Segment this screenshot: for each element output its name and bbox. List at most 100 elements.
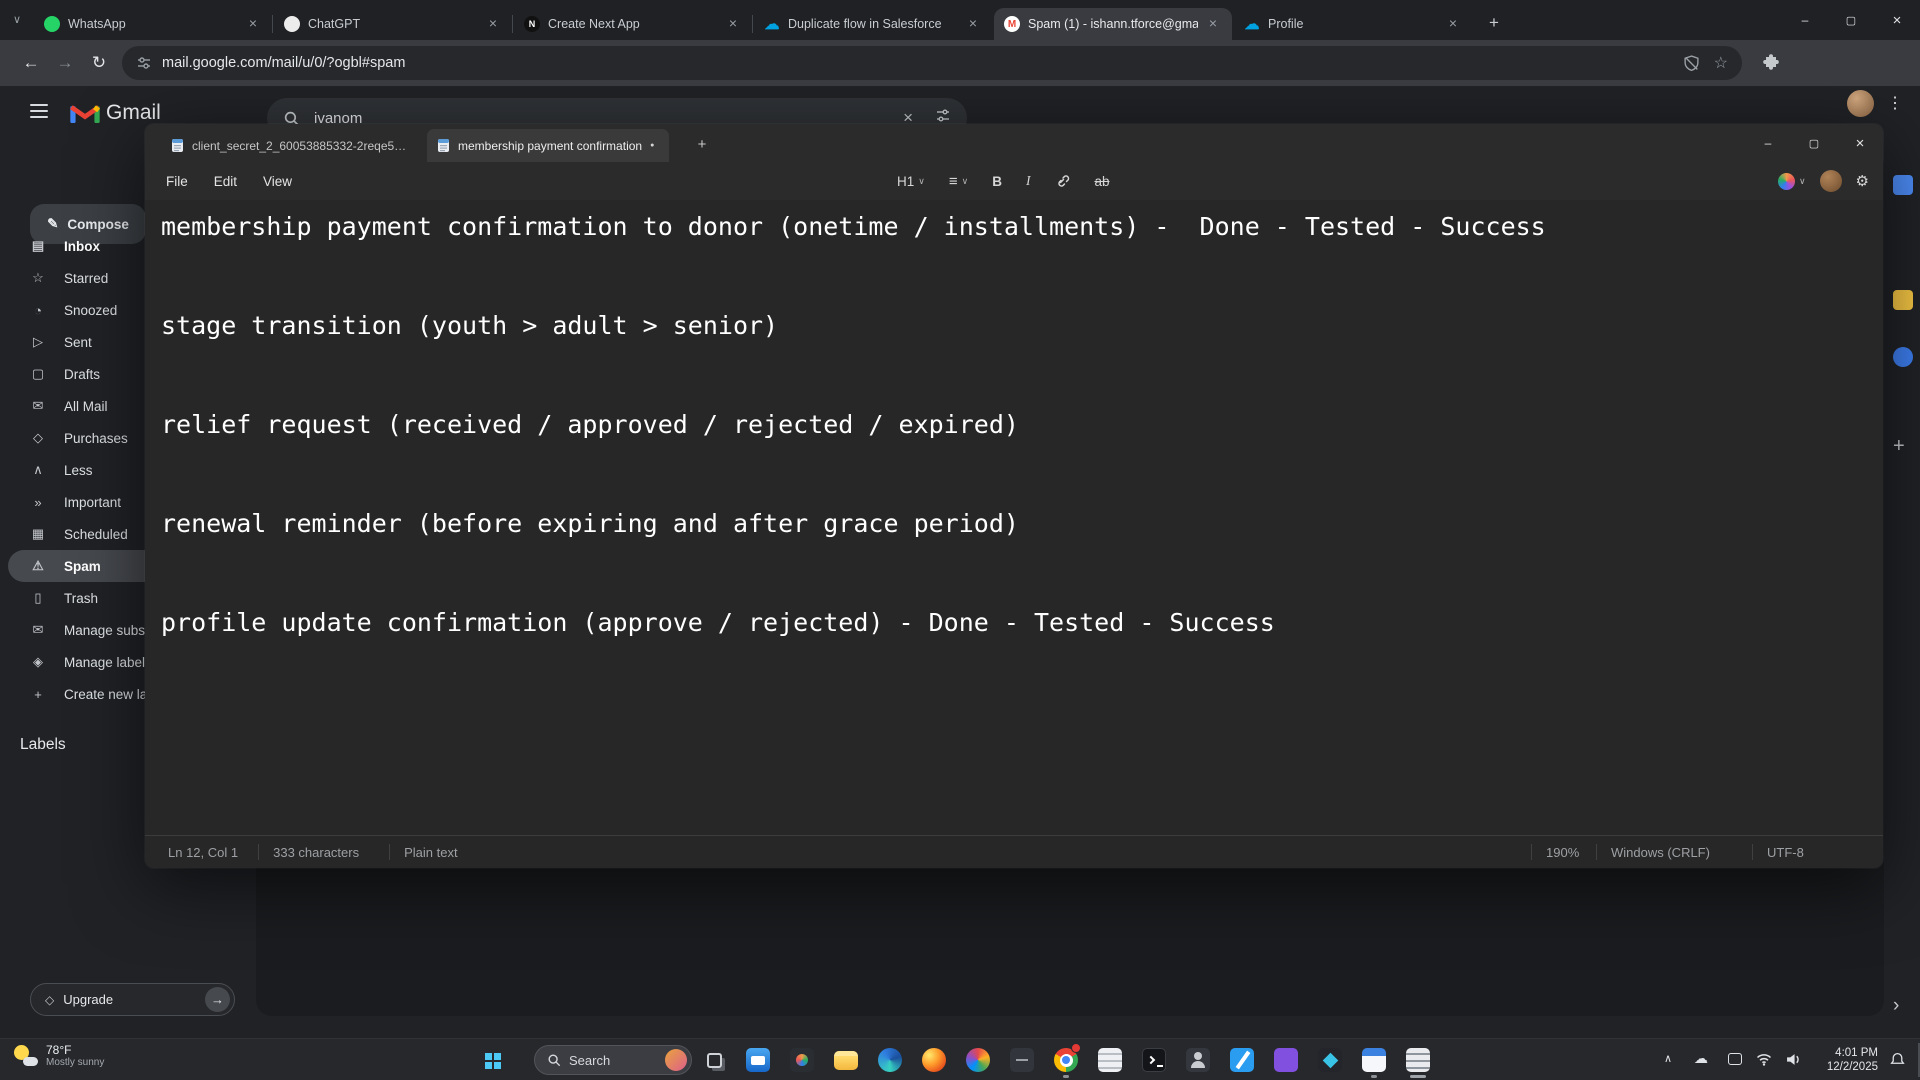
- tab-separator: [512, 15, 513, 33]
- back-button[interactable]: ←: [14, 46, 48, 80]
- spam-warning-icon: ⚠: [32, 558, 44, 573]
- sidebar-label: Less: [64, 462, 93, 478]
- window-maximize-button[interactable]: ▢: [1828, 0, 1874, 40]
- app-icon-diamond[interactable]: [1312, 1042, 1348, 1078]
- menu-edit[interactable]: Edit: [201, 174, 250, 189]
- browser-tab-salesforce[interactable]: ☁ Duplicate flow in Salesforce ×: [754, 8, 992, 40]
- terminal-icon[interactable]: [1136, 1042, 1172, 1078]
- heading-style-button[interactable]: H1 ∨: [897, 174, 925, 189]
- start-button[interactable]: [478, 1042, 514, 1078]
- hamburger-menu-icon[interactable]: [30, 100, 48, 122]
- chrome-icon[interactable]: [1048, 1042, 1084, 1078]
- gmail-favicon: M: [1004, 16, 1020, 32]
- browser-menu-kebab-icon[interactable]: ⋮: [1880, 88, 1910, 118]
- app-icon-dark[interactable]: [1004, 1042, 1040, 1078]
- trash-icon: ▯: [34, 590, 42, 605]
- photos-app-icon[interactable]: [784, 1042, 820, 1078]
- forward-button[interactable]: →: [48, 46, 82, 80]
- edge-icon[interactable]: [872, 1042, 908, 1078]
- clock-date: 12/2/2025: [1826, 1061, 1878, 1073]
- settings-gear-icon[interactable]: ⚙: [1856, 172, 1869, 190]
- tab-separator: [272, 15, 273, 33]
- upgrade-button[interactable]: ◇ Upgrade →: [30, 983, 235, 1016]
- notification-bell-icon[interactable]: [1890, 1052, 1905, 1072]
- whatsapp-favicon: [44, 16, 60, 32]
- menu-view[interactable]: View: [250, 174, 305, 189]
- account-avatar[interactable]: [1819, 170, 1842, 192]
- new-tab-button[interactable]: +: [1480, 9, 1508, 37]
- strikethrough-button[interactable]: ab: [1094, 174, 1109, 189]
- mail-app-icon[interactable]: [740, 1042, 776, 1078]
- file-explorer-icon[interactable]: [828, 1042, 864, 1078]
- new-document-tab-button[interactable]: +: [690, 132, 714, 156]
- app-window-blue-icon[interactable]: [1356, 1042, 1392, 1078]
- calendar-panel-icon[interactable]: [1893, 175, 1913, 195]
- taskbar: 78°F Mostly sunny Search ∧ ☁ 4:01 PM 12/…: [0, 1038, 1920, 1080]
- draft-icon: ▢: [31, 366, 45, 381]
- keep-panel-icon[interactable]: [1893, 290, 1913, 310]
- editor-tab-client-secret[interactable]: client_secret_2_60053885332-2reqe52rribc: [161, 129, 423, 162]
- active-editor-app-icon[interactable]: [1400, 1042, 1436, 1078]
- onedrive-cloud-icon[interactable]: ☁: [1694, 1050, 1708, 1067]
- upgrade-arrow-icon[interactable]: →: [205, 987, 230, 1012]
- reload-button[interactable]: ↻: [82, 46, 116, 80]
- link-button[interactable]: [1054, 173, 1070, 189]
- tab-close-icon[interactable]: ×: [1444, 15, 1462, 33]
- tray-chevron-up-icon[interactable]: ∧: [1664, 1052, 1672, 1065]
- collapse-side-panel-icon[interactable]: ›: [1893, 995, 1899, 1017]
- bold-button[interactable]: B: [992, 174, 1002, 189]
- address-bar[interactable]: mail.google.com/mail/u/0/?ogbl#spam ☆: [122, 46, 1742, 80]
- add-panel-app-icon[interactable]: +: [1893, 435, 1905, 458]
- site-settings-icon[interactable]: [136, 55, 152, 71]
- window-minimize-button[interactable]: –: [1782, 0, 1828, 40]
- editor-minimize-button[interactable]: –: [1745, 124, 1791, 162]
- browser-tab-profile[interactable]: ☁ Profile ×: [1234, 8, 1472, 40]
- browser-tab-gmail-spam[interactable]: M Spam (1) - ishann.tforce@gmai ×: [994, 8, 1232, 40]
- browser-tab-whatsapp[interactable]: WhatsApp ×: [34, 8, 272, 40]
- tab-close-icon[interactable]: ×: [1204, 15, 1222, 33]
- document-mode: Plain text: [404, 844, 458, 860]
- wifi-icon[interactable]: [1756, 1053, 1772, 1071]
- tasks-panel-icon[interactable]: [1893, 347, 1913, 367]
- sidebar-label: All Mail: [64, 398, 108, 414]
- taskbar-search-box[interactable]: Search: [534, 1045, 692, 1075]
- desktop: ∨ WhatsApp × ChatGPT × N Create Next App…: [0, 0, 1920, 1080]
- chevron-up-icon: ∧: [33, 462, 43, 477]
- list-style-button[interactable]: ≡ ∨: [949, 173, 968, 190]
- taskbar-clock[interactable]: 4:01 PM 12/2/2025: [1806, 1046, 1878, 1074]
- volume-icon[interactable]: [1786, 1053, 1801, 1071]
- editor-tab-membership[interactable]: membership payment confirmation ●: [427, 129, 669, 162]
- tab-close-icon[interactable]: ×: [484, 15, 502, 33]
- adblock-shield-icon[interactable]: [1683, 54, 1700, 72]
- formatting-toolbar: H1 ∨ ≡ ∨ B I ab: [897, 162, 1110, 200]
- extensions-icon[interactable]: [1754, 46, 1788, 80]
- notepad-app-icon[interactable]: [1092, 1042, 1128, 1078]
- contacts-app-icon[interactable]: [1180, 1042, 1216, 1078]
- copilot-button[interactable]: ∨: [1777, 172, 1806, 190]
- sidebar-label: Spam: [64, 558, 101, 574]
- vscode-icon[interactable]: [1224, 1042, 1260, 1078]
- browser-tab-chatgpt[interactable]: ChatGPT ×: [274, 8, 512, 40]
- task-view-icon[interactable]: [696, 1042, 732, 1078]
- browser-profile-avatar[interactable]: [1847, 90, 1874, 117]
- window-close-button[interactable]: ×: [1874, 0, 1920, 40]
- italic-button[interactable]: I: [1026, 173, 1031, 189]
- tab-close-icon[interactable]: ×: [964, 15, 982, 33]
- app-icon-sphere[interactable]: [960, 1042, 996, 1078]
- browser-tab-create-next-app[interactable]: N Create Next App ×: [514, 8, 752, 40]
- firefox-icon[interactable]: [916, 1042, 952, 1078]
- tab-search-icon[interactable]: ∨: [13, 13, 21, 26]
- editor-maximize-button[interactable]: ▢: [1791, 124, 1837, 162]
- editor-status-bar: Ln 12, Col 1 333 characters Plain text 1…: [145, 835, 1883, 868]
- editor-close-button[interactable]: ×: [1837, 124, 1883, 162]
- tray-icon[interactable]: [1728, 1053, 1742, 1065]
- weather-widget[interactable]: 78°F Mostly sunny: [12, 1043, 104, 1069]
- bookmark-star-icon[interactable]: ☆: [1714, 53, 1728, 73]
- clock-time: 4:01 PM: [1835, 1047, 1878, 1059]
- tab-close-icon[interactable]: ×: [244, 15, 262, 33]
- tab-close-icon[interactable]: ×: [724, 15, 742, 33]
- app-icon-purple[interactable]: [1268, 1042, 1304, 1078]
- menu-file[interactable]: File: [153, 174, 201, 189]
- editor-text-area[interactable]: membership payment confirmation to donor…: [145, 200, 1883, 835]
- tab-title: Create Next App: [548, 17, 640, 31]
